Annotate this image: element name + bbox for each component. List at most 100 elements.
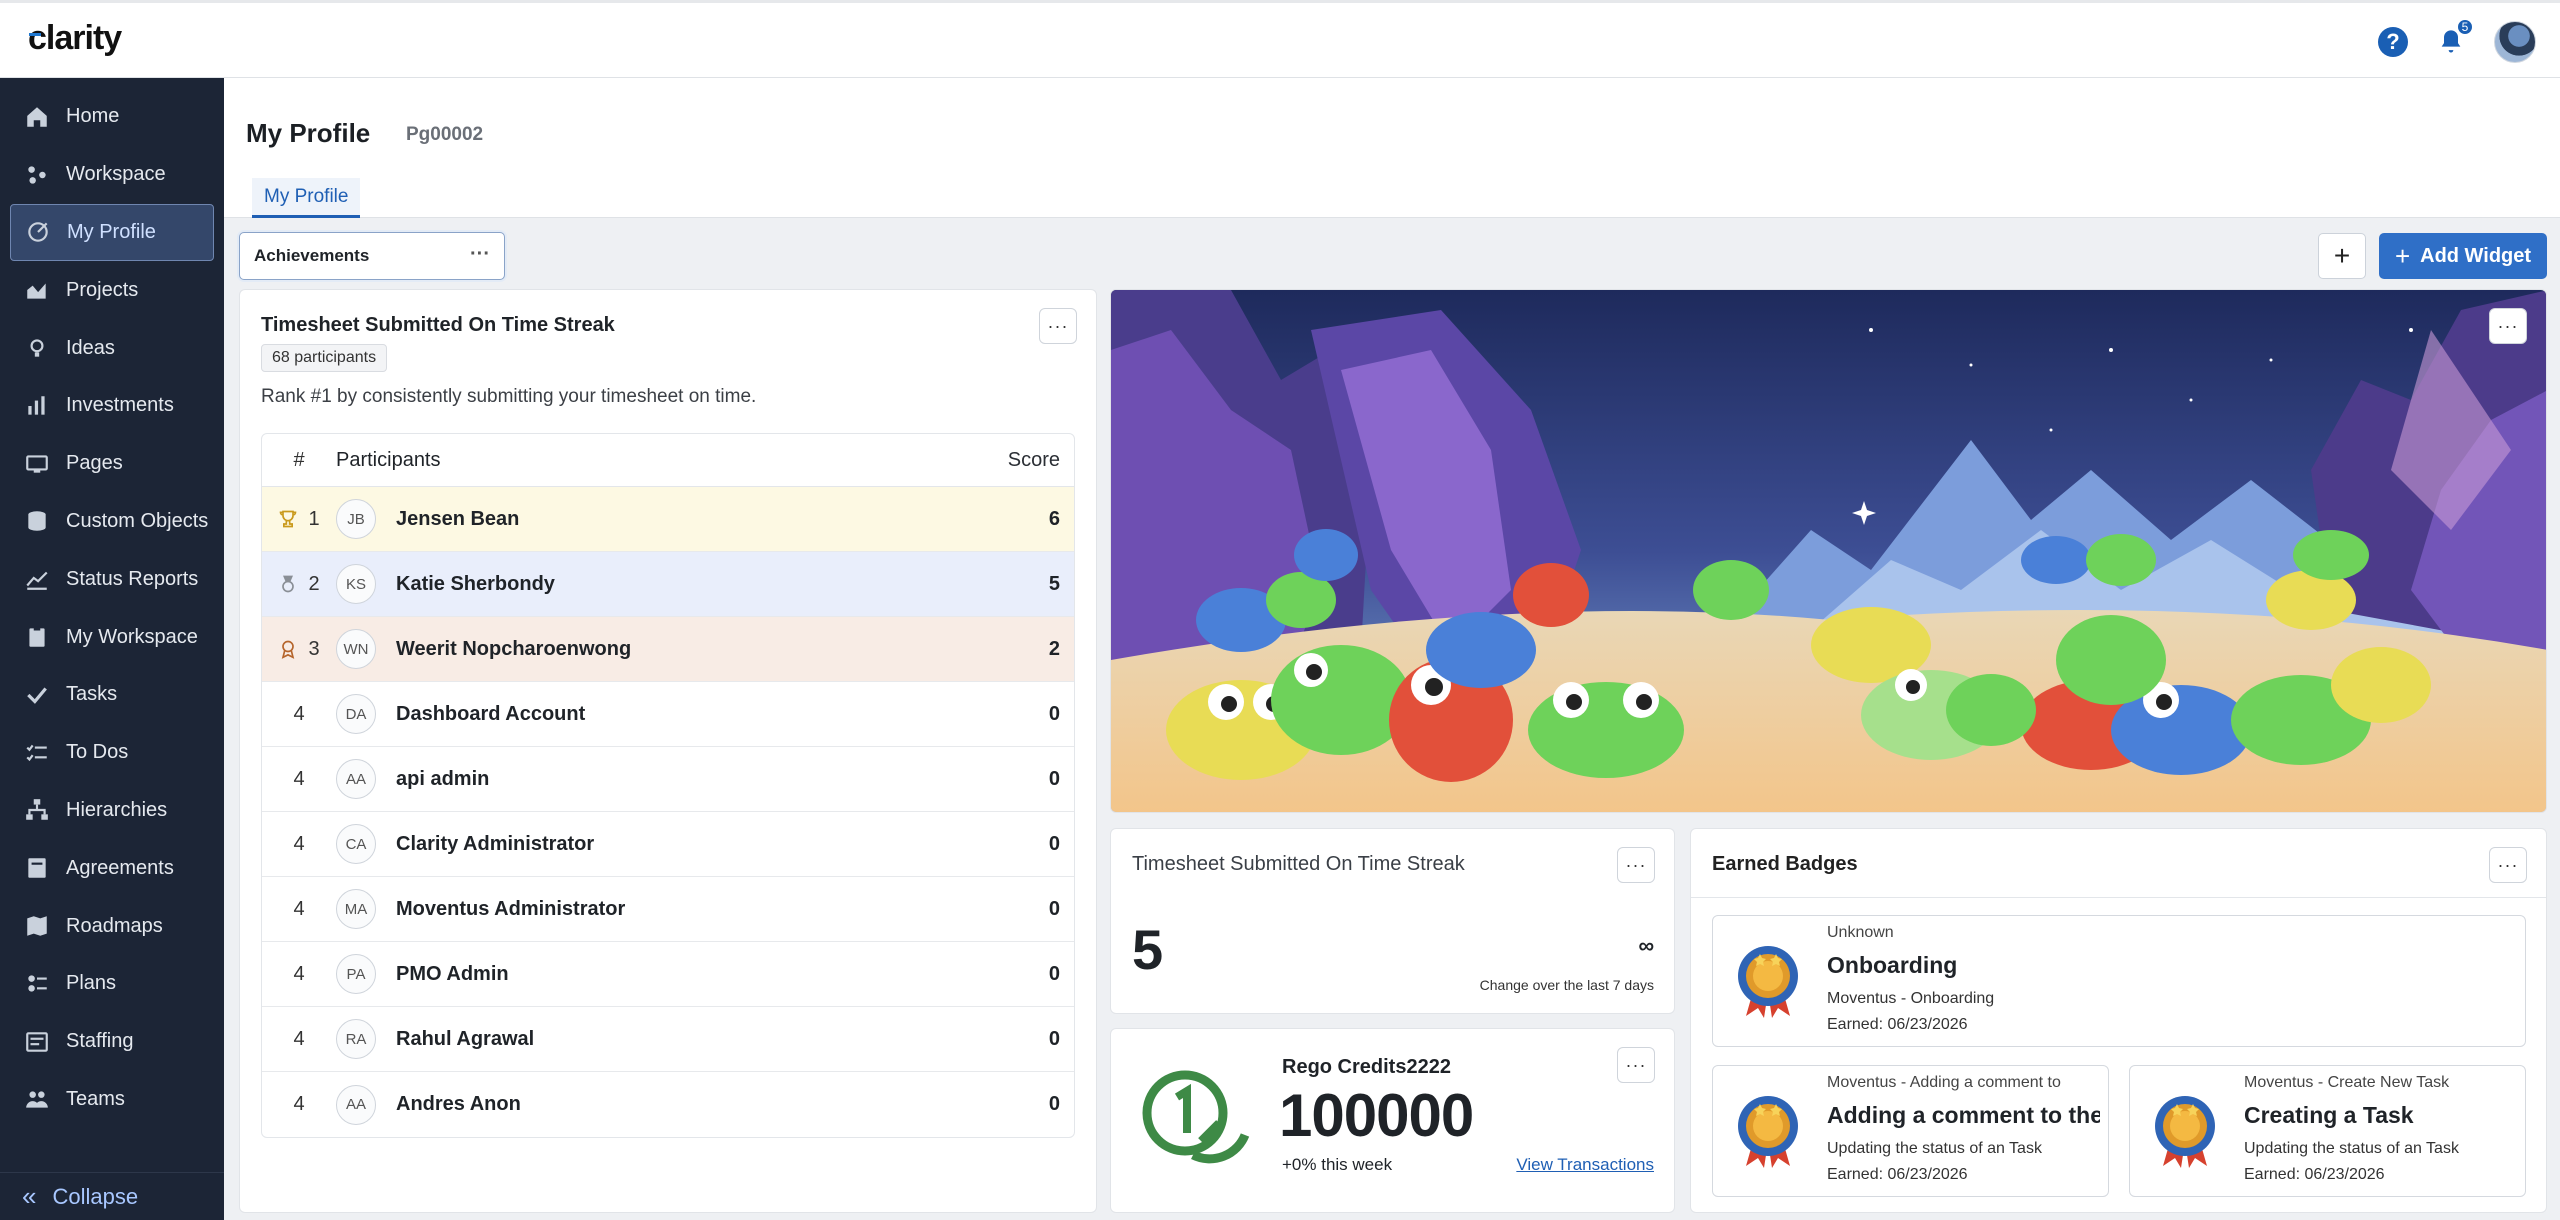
sidebar-item-label: My Profile <box>67 220 156 243</box>
database-icon <box>22 506 52 536</box>
roadmap-icon <box>22 911 52 941</box>
sidebar-item-tasks[interactable]: Tasks <box>0 666 224 724</box>
todo-icon <box>22 738 52 768</box>
double-chevron-left-icon: « <box>22 1181 37 1211</box>
sidebar-item-home[interactable]: Home <box>0 88 224 146</box>
table-row[interactable]: 4 AA api admin 0 <box>262 747 1074 812</box>
sidebar-item-projects[interactable]: Projects <box>0 261 224 319</box>
widget-menu-button[interactable]: ··· <box>2489 308 2527 344</box>
collapse-button[interactable]: « Collapse <box>0 1172 224 1220</box>
badge-earned-date: Earned: 06/23/2026 <box>1827 1016 1968 1033</box>
score-cell: 2 <box>1048 637 1060 660</box>
avatar: DA <box>336 694 376 734</box>
streak-change-note: Change over the last 7 days <box>1479 977 1654 993</box>
sidebar-item-my-profile[interactable]: My Profile <box>10 203 214 262</box>
page-id: Pg00002 <box>406 124 484 145</box>
rank-cell: 4 <box>262 833 336 856</box>
workspace-icon <box>22 160 52 190</box>
table-row[interactable]: 4 RA Rahul Agrawal 0 <box>262 1007 1074 1072</box>
sidebar-item-pages[interactable]: Pages <box>0 435 224 493</box>
badge-name: Onboarding <box>1827 952 1958 978</box>
badges-title: Earned Badges <box>1712 853 1858 875</box>
rank-cell: 4 <box>262 768 336 791</box>
notifications-button[interactable]: 5 <box>2434 18 2474 60</box>
rank-value: 4 <box>293 1027 305 1050</box>
widget-menu-button[interactable]: ··· <box>1617 847 1655 883</box>
sidebar-item-investments[interactable]: Investments <box>0 377 224 435</box>
sidebar-item-label: Roadmaps <box>66 914 163 937</box>
credits-name: Rego Credits2222 <box>1282 1056 1451 1078</box>
sidebar-item-label: Custom Objects <box>66 509 209 532</box>
badge-description: Moventus - Onboarding <box>1827 990 1995 1007</box>
user-avatar[interactable] <box>2494 21 2536 63</box>
table-row[interactable]: 4 CA Clarity Administrator 0 <box>262 812 1074 877</box>
avatar: KS <box>336 564 376 604</box>
participant-name: Weerit Nopcharoenwong <box>396 637 632 660</box>
sidebar-item-plans[interactable]: Plans <box>0 955 224 1013</box>
score-cell: 6 <box>1048 507 1060 530</box>
clipboard-icon <box>22 622 52 652</box>
view-selector-label: Achievements <box>254 246 370 265</box>
hero-illustration-widget: ··· <box>1110 289 2547 813</box>
table-row[interactable]: 4 AA Andres Anon 0 <box>262 1072 1074 1137</box>
view-selector[interactable]: Achievements ··· <box>239 232 505 280</box>
sidebar-item-custom-objects[interactable]: Custom Objects <box>0 493 224 551</box>
sidebar-item-roadmaps[interactable]: Roadmaps <box>0 897 224 955</box>
participant-cell: RA Rahul Agrawal <box>336 1019 974 1059</box>
credits-widget: Rego Credits2222 ··· 100000 +0% this wee… <box>1110 1028 1675 1213</box>
table-row[interactable]: 1 JB Jensen Bean 6 <box>262 487 1074 552</box>
participant-name: api admin <box>396 767 490 790</box>
widget-menu-button[interactable]: ··· <box>1039 308 1077 344</box>
table-row[interactable]: 4 PA PMO Admin 0 <box>262 942 1074 1007</box>
silver-medal-icon <box>282 575 295 593</box>
sidebar-item-ideas[interactable]: Ideas <box>0 319 224 377</box>
score-cell: 0 <box>1048 962 1060 985</box>
avatar: PA <box>336 954 376 994</box>
help-icon[interactable]: ? <box>2378 27 2408 57</box>
participant-cell: MA Moventus Administrator <box>336 889 974 929</box>
badge-category: Unknown <box>1827 924 1894 941</box>
sidebar-item-to-dos[interactable]: To Dos <box>0 724 224 782</box>
status-reports-icon <box>22 564 52 594</box>
rank-value: 4 <box>293 702 305 725</box>
profile-icon <box>23 217 53 247</box>
more-options-icon[interactable]: ··· <box>470 243 490 266</box>
badge-card[interactable]: Moventus - Adding a comment to Adding a c… <box>1712 1065 2109 1197</box>
badge-card[interactable]: Moventus - Create New Task Creating a Tas… <box>2129 1065 2526 1197</box>
medal-icon <box>2155 1096 2215 1168</box>
sidebar-item-teams[interactable]: Teams <box>0 1071 224 1129</box>
clarity-logo[interactable]: clarity <box>28 19 122 58</box>
avatar: WN <box>336 629 376 669</box>
participant-cell: AA api admin <box>336 759 974 799</box>
sidebar-item-label: My Workspace <box>66 625 198 648</box>
table-row[interactable]: 2 KS Katie Sherbondy 5 <box>262 552 1074 617</box>
badge-name: Adding a comment to the <box>1827 1102 2100 1128</box>
streak-title: Timesheet Submitted On Time Streak <box>1132 853 1465 875</box>
widget-menu-button[interactable]: ··· <box>1617 1047 1655 1083</box>
participant-name: Jensen Bean <box>396 507 520 530</box>
sidebar-item-label: Home <box>66 105 120 128</box>
score-cell: 0 <box>1048 897 1060 920</box>
rank-column-header: # <box>293 448 305 471</box>
participant-name: Andres Anon <box>396 1093 521 1115</box>
sidebar-item-hierarchies[interactable]: Hierarchies <box>0 782 224 840</box>
leaderboard-widget: Timesheet Submitted On Time Streak ··· 6… <box>239 289 1097 1213</box>
badge-card[interactable]: Unknown Onboarding Moventus - Onboarding Ea… <box>1712 915 2526 1047</box>
sidebar-item-label: Ideas <box>66 336 115 359</box>
investments-icon <box>22 391 52 421</box>
table-row[interactable]: 4 DA Dashboard Account 0 <box>262 682 1074 747</box>
sidebar-item-agreements[interactable]: Agreements <box>0 839 224 897</box>
sidebar-item-staffing[interactable]: Staffing <box>0 1013 224 1071</box>
widget-menu-button[interactable]: ··· <box>2489 847 2527 883</box>
sidebar-item-status-reports[interactable]: Status Reports <box>0 550 224 608</box>
sidebar-item-resources[interactable]: Resources <box>0 1128 224 1148</box>
sidebar-item-workspace[interactable]: Workspace <box>0 146 224 204</box>
score-column-header: Score <box>1007 448 1060 471</box>
tab-my-profile[interactable]: My Profile <box>252 178 361 218</box>
table-row[interactable]: 4 MA Moventus Administrator 0 <box>262 877 1074 942</box>
sidebar-item-my-workspace[interactable]: My Workspace <box>0 608 224 666</box>
table-row[interactable]: 3 WN Weerit Nopcharoenwong 2 <box>262 617 1074 682</box>
view-transactions-link[interactable]: View Transactions <box>1516 1155 1654 1175</box>
add-widget-button[interactable]: + Add Widget <box>2379 233 2547 279</box>
add-button[interactable]: + <box>2318 233 2366 279</box>
